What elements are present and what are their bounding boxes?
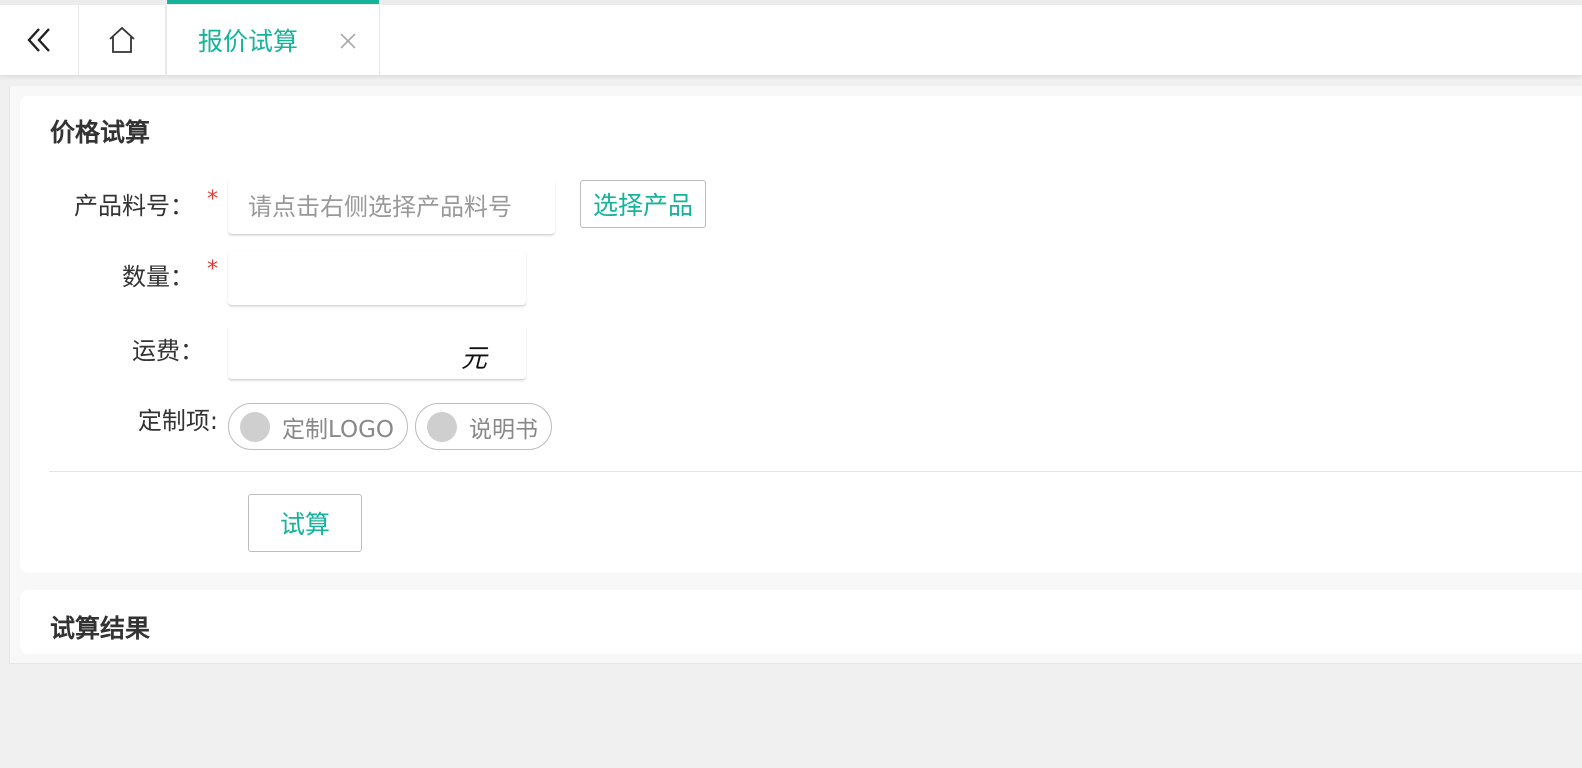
option-label: 说明书 [469, 416, 538, 443]
active-tab-indicator [167, 0, 379, 4]
quantity-field[interactable] [228, 251, 526, 306]
shipping-label: 运费： [132, 337, 204, 365]
calculate-button[interactable]: 试算 [248, 494, 362, 552]
option-label: 定制LOGO [282, 416, 395, 443]
form-divider [49, 471, 1582, 472]
close-icon[interactable] [339, 32, 357, 50]
result-title: 试算结果 [50, 614, 151, 643]
tab-bar: 报价试算 [0, 0, 1582, 75]
toggle-circle-icon [240, 411, 270, 442]
quantity-input[interactable] [248, 251, 506, 305]
home-icon [109, 26, 135, 53]
option-manual[interactable]: 说明书 [415, 403, 552, 450]
price-calc-title: 价格试算 [50, 118, 151, 147]
product-no-input[interactable] [248, 180, 535, 234]
shipping-input[interactable] [248, 325, 458, 379]
quantity-label: 数量： [122, 263, 194, 291]
product-no-field[interactable] [228, 180, 555, 235]
collapse-sidebar-button[interactable] [0, 5, 79, 75]
customization-label: 定制项: [137, 407, 218, 435]
toggle-circle-icon [427, 411, 457, 442]
double-chevron-left-icon [27, 28, 50, 52]
result-card [20, 590, 1582, 654]
required-mark: * [207, 187, 218, 212]
shipping-unit: 元 [461, 344, 488, 374]
select-product-button[interactable]: 选择产品 [580, 180, 706, 228]
option-custom-logo[interactable]: 定制LOGO [228, 403, 408, 450]
required-mark: * [207, 257, 218, 282]
tab-quote-calc[interactable]: 报价试算 [166, 0, 380, 75]
home-tab[interactable] [79, 5, 166, 75]
product-no-label: 产品料号： [74, 192, 194, 220]
tab-label: 报价试算 [198, 27, 299, 56]
